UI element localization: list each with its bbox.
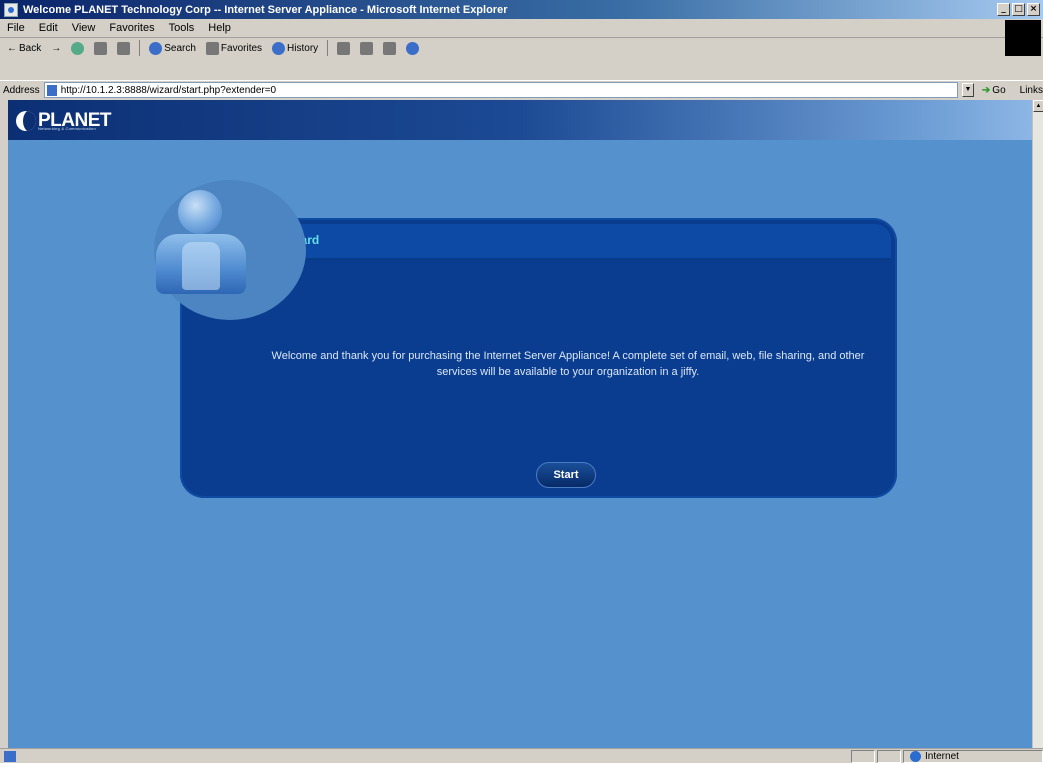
history-label: History	[287, 42, 319, 54]
toolbar-separator	[139, 40, 141, 56]
internet-explorer-icon	[4, 2, 18, 17]
menu-edit[interactable]: Edit	[32, 22, 65, 34]
favorites-icon	[205, 41, 219, 55]
navigation-toolbar: ← Back → Search Favorites History	[0, 38, 1000, 58]
search-button[interactable]: Search	[146, 41, 199, 55]
forward-button[interactable]: →	[48, 43, 64, 54]
brand-tagline: Networking & Communication	[38, 126, 96, 131]
address-label: Address	[3, 84, 40, 96]
welcome-message: Welcome and thank you for purchasing the…	[271, 350, 865, 378]
globe-icon	[910, 750, 921, 762]
toolbar-separator	[327, 40, 329, 56]
status-bar: Internet	[0, 748, 1043, 763]
address-bar: Address http://10.1.2.3:8888/wizard/star…	[0, 80, 1043, 99]
search-label: Search	[164, 42, 196, 54]
address-input[interactable]: http://10.1.2.3:8888/wizard/start.php?ex…	[43, 82, 958, 98]
menu-help[interactable]: Help	[201, 22, 238, 34]
stop-icon	[71, 41, 85, 55]
status-cell	[877, 749, 901, 763]
zone-label: Internet	[925, 750, 959, 762]
maximize-button[interactable]: □	[1012, 3, 1025, 16]
print-icon	[360, 41, 374, 55]
page-icon	[46, 84, 57, 96]
menu-favorites[interactable]: Favorites	[102, 22, 161, 34]
user-avatar-icon	[154, 180, 274, 320]
menu-tools[interactable]: Tools	[162, 22, 202, 34]
avatar-body	[156, 234, 246, 294]
mail-button[interactable]	[334, 41, 353, 55]
back-arrow-icon: ←	[7, 42, 17, 54]
home-icon	[117, 41, 131, 55]
favorites-button[interactable]: Favorites	[203, 41, 265, 55]
menu-bar: File Edit View Favorites Tools Help	[0, 19, 1043, 38]
search-icon	[149, 41, 163, 55]
vertical-scrollbar[interactable]: ▲	[1032, 100, 1043, 748]
security-zone: Internet	[903, 749, 1043, 763]
stop-button[interactable]	[68, 41, 87, 55]
page-header-band: PLANET Networking & Communication	[8, 100, 1032, 140]
go-button[interactable]: ➔ Go	[982, 85, 1006, 96]
scroll-up-icon[interactable]: ▲	[1033, 100, 1043, 112]
window-controls: _ □ ×	[997, 3, 1040, 16]
print-button[interactable]	[357, 41, 376, 55]
back-label: Back	[19, 42, 42, 54]
address-dropdown-button[interactable]: ▼	[961, 83, 974, 97]
status-cell	[851, 749, 875, 763]
close-button[interactable]: ×	[1027, 3, 1040, 16]
windows-logo-icon	[1005, 20, 1041, 56]
menu-view[interactable]: View	[65, 22, 103, 34]
window-title: Welcome PLANET Technology Corp -- Intern…	[23, 3, 508, 16]
messenger-button[interactable]	[403, 41, 422, 55]
edit-button[interactable]	[380, 41, 399, 55]
favorites-label: Favorites	[220, 42, 263, 54]
home-button[interactable]	[114, 41, 133, 55]
go-label: Go	[992, 84, 1006, 96]
address-url: http://10.1.2.3:8888/wizard/start.php?ex…	[60, 84, 277, 96]
messenger-icon	[406, 41, 420, 55]
wizard-header: Wizard	[271, 224, 891, 260]
mail-icon	[337, 41, 351, 55]
page-viewport: PLANET Networking & Communication Wizard…	[8, 100, 1032, 748]
refresh-button[interactable]	[91, 41, 110, 55]
avatar-head	[178, 190, 222, 234]
links-button[interactable]: Links	[1020, 85, 1043, 96]
history-icon	[272, 41, 286, 55]
go-arrow-icon: ➔	[981, 84, 991, 96]
page-status-icon	[4, 750, 16, 762]
planet-logo-icon	[16, 111, 36, 131]
history-button[interactable]: History	[269, 41, 321, 55]
minimize-button[interactable]: _	[997, 3, 1010, 16]
start-button[interactable]: Start	[536, 462, 596, 488]
forward-arrow-icon: →	[51, 42, 62, 54]
refresh-icon	[94, 41, 108, 55]
back-button[interactable]: ← Back	[4, 43, 44, 54]
edit-icon	[383, 41, 397, 55]
window-title-bar: Welcome PLANET Technology Corp -- Intern…	[0, 0, 1043, 19]
menu-file[interactable]: File	[0, 22, 32, 34]
